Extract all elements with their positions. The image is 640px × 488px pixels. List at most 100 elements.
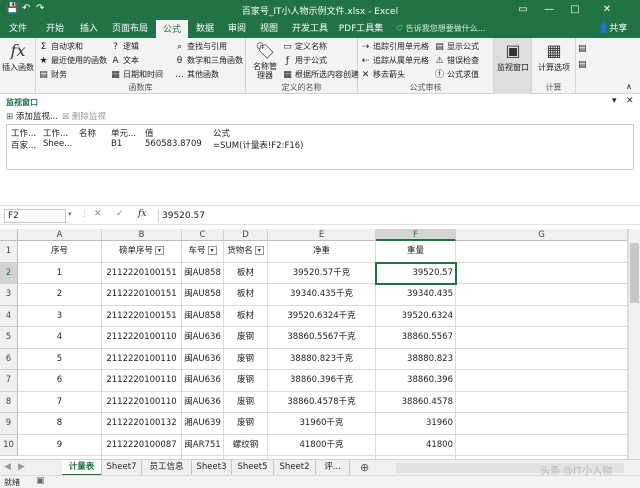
lookup-button[interactable]: ⌕ 查找与引用 — [174, 40, 227, 53]
tab-pdf-tools[interactable]: PDF工具集 — [336, 20, 386, 38]
share-button[interactable]: 👤共享 — [598, 22, 627, 36]
tab-file[interactable]: 文件 — [4, 20, 32, 38]
table-cell[interactable]: 2112220100110 — [102, 348, 182, 370]
table-cell[interactable] — [456, 284, 628, 306]
evaluate-formula-button[interactable]: ⓕ 公式求值 — [434, 68, 479, 81]
select-all-corner[interactable] — [0, 229, 18, 241]
table-cell[interactable]: 板材 — [224, 262, 268, 284]
table-header-cell[interactable]: 重量 — [376, 241, 456, 263]
tab-insert[interactable]: 插入 — [74, 20, 104, 38]
financial-button[interactable]: ▤ 财务 — [38, 68, 67, 81]
sheet-tab-4[interactable]: Sheet3 — [192, 460, 232, 476]
scroll-thumb[interactable] — [630, 243, 639, 303]
row-header-7[interactable]: 7 — [0, 370, 18, 392]
calc-sheet-icon[interactable]: ▤ — [578, 60, 587, 70]
macro-record-icon[interactable]: ▣ — [36, 476, 45, 486]
sheet-tab-7[interactable]: 评... — [316, 460, 350, 476]
table-cell[interactable]: 闽AU636 — [182, 327, 224, 349]
row-header-4[interactable]: 4 — [0, 305, 18, 327]
table-cell[interactable]: 2112220100151 — [102, 262, 182, 284]
ww-col-cell[interactable]: 单元... — [111, 127, 136, 139]
table-cell[interactable]: 废钢 — [224, 370, 268, 392]
use-in-formula-button[interactable]: ƒ 用于公式 — [282, 54, 327, 67]
define-name-button[interactable]: ▭ 定义名称 — [282, 40, 327, 53]
table-header-cell[interactable]: 序号 — [18, 241, 102, 263]
table-cell[interactable]: 5 — [18, 348, 102, 370]
insert-function-icon[interactable]: fx — [138, 209, 146, 219]
column-header-b[interactable]: B — [102, 229, 182, 241]
table-cell[interactable]: 39520.6324 — [376, 305, 456, 327]
recent-functions-button[interactable]: ★ 最近使用的函数 — [38, 54, 107, 67]
trace-precedents-button[interactable]: ⇢ 追踪引用单元格 — [360, 40, 429, 53]
ww-col-name[interactable]: 名称 — [79, 127, 96, 139]
date-time-button[interactable]: ▦ 日期和时间 — [110, 68, 163, 81]
table-cell[interactable]: 2112220100110 — [102, 370, 182, 392]
table-cell[interactable]: 2112220100132 — [102, 413, 182, 435]
ww-col-formula[interactable]: 公式 — [213, 127, 230, 139]
table-cell[interactable]: 湘AU639 — [182, 413, 224, 435]
column-header-d[interactable]: D — [224, 229, 268, 241]
table-cell[interactable] — [456, 305, 628, 327]
row-header-6[interactable]: 6 — [0, 348, 18, 370]
table-header-cell[interactable]: 磅单序号 ▾ — [102, 241, 182, 263]
insert-function-button[interactable]: fx 插入函数 — [2, 40, 34, 73]
table-cell[interactable]: 闽AU858 — [182, 262, 224, 284]
sheet-tab-3[interactable]: 员工信息 — [142, 460, 192, 476]
table-cell[interactable]: 38860.4578 — [376, 391, 456, 413]
sheet-tab-6[interactable]: Sheet2 — [274, 460, 316, 476]
column-header-e[interactable]: E — [268, 229, 376, 241]
row-header-5[interactable]: 5 — [0, 327, 18, 349]
table-cell[interactable]: 闽AU636 — [182, 348, 224, 370]
delete-watch-button[interactable]: ⊠ 删除监视 — [62, 110, 106, 122]
table-header-cell[interactable]: 车号 ▾ — [182, 241, 224, 263]
math-trig-button[interactable]: θ 数学和三角函数 — [174, 54, 243, 67]
tab-review[interactable]: 审阅 — [222, 20, 252, 38]
table-cell[interactable]: 1 — [18, 262, 102, 284]
formula-input[interactable]: 39520.57 — [158, 209, 636, 223]
filter-dropdown-icon[interactable]: ▾ — [207, 246, 217, 255]
table-cell[interactable]: 39520.57千克 — [268, 262, 376, 284]
name-box-dropdown-icon[interactable]: ▾ — [68, 210, 72, 218]
watch-window-button[interactable]: ▣ 监视窗口 — [496, 40, 530, 73]
watch-window-dropdown-icon[interactable]: ▾ — [612, 96, 617, 106]
table-cell[interactable]: 2112220100151 — [102, 284, 182, 306]
row-header-9[interactable]: 9 — [0, 413, 18, 435]
table-cell[interactable]: 38880.823千克 — [268, 348, 376, 370]
table-cell[interactable]: 闽AR751 — [182, 434, 224, 456]
table-cell[interactable]: 41800千克 — [268, 434, 376, 456]
row-header-10[interactable]: 10 — [0, 434, 18, 456]
tab-view[interactable]: 视图 — [254, 20, 284, 38]
close-button[interactable]: ✕ — [594, 0, 620, 20]
ribbon-display-icon[interactable]: ▭ — [510, 0, 536, 20]
table-cell[interactable]: 38860.4578千克 — [268, 391, 376, 413]
table-cell[interactable]: 41800 — [376, 434, 456, 456]
row-header-8[interactable]: 8 — [0, 391, 18, 413]
name-box[interactable]: F2 — [4, 209, 66, 223]
confirm-edit-button[interactable]: ✓ — [116, 209, 124, 219]
table-cell[interactable]: 2112220100110 — [102, 391, 182, 413]
table-cell[interactable]: 31960千克 — [268, 413, 376, 435]
error-checking-button[interactable]: ⚠ 错误检查 — [434, 54, 479, 67]
tab-home[interactable]: 开始 — [40, 20, 70, 38]
filter-dropdown-icon[interactable]: ▾ — [254, 246, 264, 255]
more-functions-button[interactable]: … 其他函数 — [174, 68, 219, 81]
autosum-button[interactable]: Σ 自动求和 — [38, 40, 83, 53]
row-header-2[interactable]: 2 — [0, 262, 18, 284]
column-header-c[interactable]: C — [182, 229, 224, 241]
table-cell[interactable]: 4 — [18, 327, 102, 349]
collapse-ribbon-icon[interactable]: ∧ — [626, 82, 632, 91]
sheet-tab-2[interactable]: Sheet7 — [102, 460, 142, 476]
table-header-cell[interactable]: 货物名 ▾ — [224, 241, 268, 263]
table-cell[interactable]: 39340.435千克 — [268, 284, 376, 306]
name-manager-button[interactable]: 🏷 名称管理器 — [250, 40, 280, 80]
tab-data[interactable]: 数据 — [190, 20, 220, 38]
table-cell[interactable]: 废钢 — [224, 413, 268, 435]
table-cell[interactable]: 废钢 — [224, 327, 268, 349]
table-cell[interactable]: 2112220100151 — [102, 305, 182, 327]
table-cell[interactable]: 2112220100110 — [102, 327, 182, 349]
table-cell[interactable]: 39520.6324千克 — [268, 305, 376, 327]
remove-arrows-button[interactable]: ✕ 移去箭头 — [360, 68, 405, 81]
table-cell[interactable]: 废钢 — [224, 391, 268, 413]
add-sheet-button[interactable]: ⊕ — [360, 461, 369, 474]
table-cell[interactable]: 38860.396 — [376, 370, 456, 392]
